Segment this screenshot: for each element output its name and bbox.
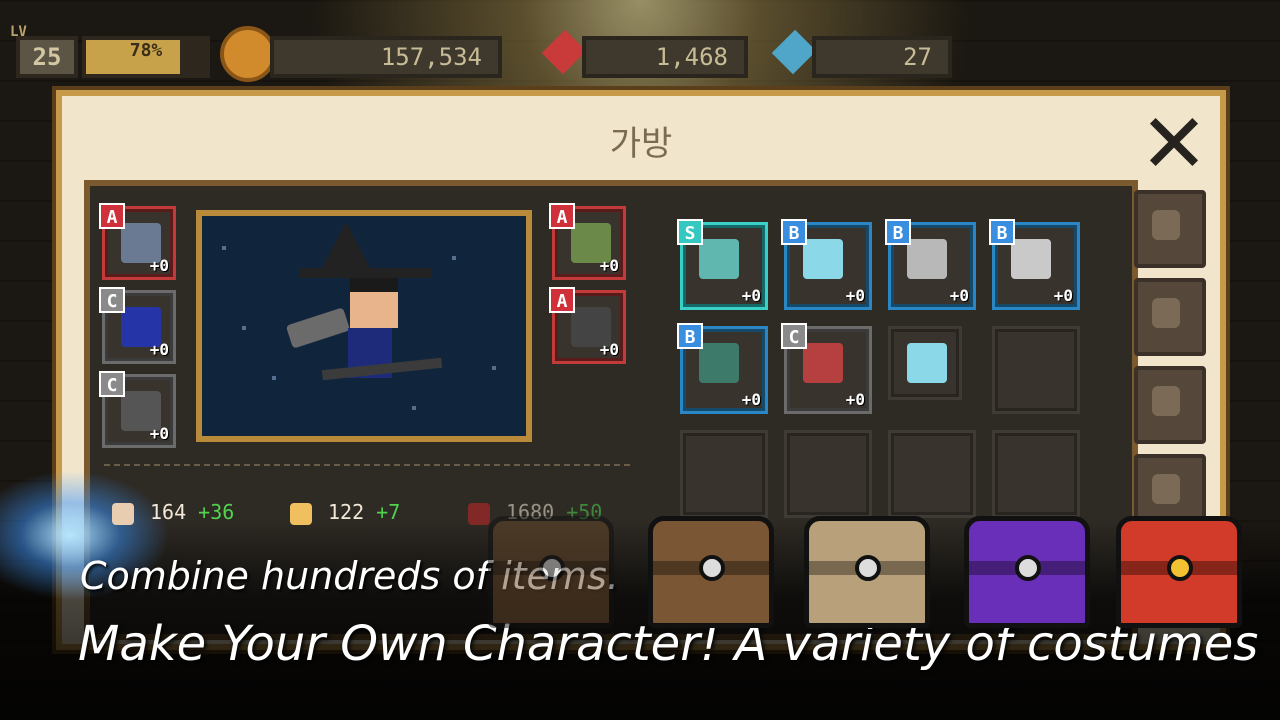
grade-badge: B xyxy=(781,219,807,245)
bloody-blade-icon xyxy=(803,343,843,383)
empty-inventory-slot[interactable] xyxy=(680,430,768,518)
inventory-slot[interactable] xyxy=(888,326,962,400)
grade-badge: B xyxy=(885,219,911,245)
diamond-amount: 27 xyxy=(812,36,952,78)
enhance-level: +0 xyxy=(1053,286,1073,305)
ruby-icon xyxy=(541,29,587,75)
enhance-level: +0 xyxy=(149,424,169,443)
inventory-slot[interactable]: S +0 xyxy=(677,219,768,310)
drill-icon xyxy=(907,343,947,383)
gold-amount: 157,534 xyxy=(270,36,502,78)
diamond-icon xyxy=(771,29,817,75)
stats-divider xyxy=(104,464,630,466)
top-hud: LV 25 78% 157,534 1,468 27 xyxy=(10,24,952,82)
grade-badge: A xyxy=(99,203,125,229)
drill-icon xyxy=(803,239,843,279)
enhance-level: +0 xyxy=(599,340,619,359)
armor-tab-icon[interactable] xyxy=(1134,278,1206,356)
iron-chest-icon xyxy=(648,516,774,628)
equipped_left-slot[interactable]: A +0 xyxy=(99,203,176,280)
grade-badge: A xyxy=(549,287,575,313)
level-value: 25 xyxy=(16,36,78,78)
diamond-icon xyxy=(290,502,312,525)
wooden-chest-icon xyxy=(488,516,614,628)
close-x-icon[interactable] xyxy=(1148,116,1200,168)
enhance-level: +0 xyxy=(599,256,619,275)
xp-bar: 78% xyxy=(82,36,210,78)
category-tabs xyxy=(1134,190,1210,542)
character-preview xyxy=(196,210,532,442)
stat-item: 164 +36 xyxy=(112,500,234,528)
grade-badge: C xyxy=(99,371,125,397)
grade-badge: B xyxy=(989,219,1015,245)
bow-icon xyxy=(699,239,739,279)
inventory-slot[interactable]: C +0 xyxy=(781,323,872,414)
grade-badge: C xyxy=(781,323,807,349)
shield-icon xyxy=(907,239,947,279)
character-face xyxy=(350,278,398,328)
ruby-amount: 1,468 xyxy=(582,36,748,78)
inventory-slot[interactable]: B +0 xyxy=(677,323,768,414)
grade-badge: B xyxy=(677,323,703,349)
grade-badge: S xyxy=(677,219,703,245)
sword-icon xyxy=(1011,239,1051,279)
stat-item: 122 +7 xyxy=(290,500,400,528)
stat-value: 164 xyxy=(150,500,199,524)
fist-icon xyxy=(112,502,134,525)
enhance-level: +0 xyxy=(845,390,865,409)
enhance-level: +0 xyxy=(149,340,169,359)
equipped_right-slot[interactable]: A +0 xyxy=(549,203,626,280)
inventory-slot[interactable]: B +0 xyxy=(781,219,872,310)
stat-value: 122 xyxy=(328,500,377,524)
inventory-slot[interactable]: B +0 xyxy=(885,219,976,310)
inventory-slot[interactable]: B +0 xyxy=(989,219,1080,310)
wing-icon xyxy=(285,307,351,349)
enhance-level: +0 xyxy=(949,286,969,305)
stat-bonus: +36 xyxy=(198,500,235,524)
grade-badge: C xyxy=(99,287,125,313)
bag-title: 가방 xyxy=(609,124,673,164)
pickaxe-icon xyxy=(699,343,739,383)
grade-badge: A xyxy=(549,203,575,229)
equipped_right-slot[interactable]: A +0 xyxy=(549,287,626,364)
golden-chest-icon xyxy=(1116,516,1242,628)
empty-inventory-slot[interactable] xyxy=(992,326,1080,414)
enhance-level: +0 xyxy=(845,286,865,305)
enhance-level: +0 xyxy=(741,390,761,409)
boot-tab-icon[interactable] xyxy=(1134,366,1206,444)
empty-inventory-slot[interactable] xyxy=(888,430,976,518)
heart-icon xyxy=(468,502,490,525)
equipped_left-slot[interactable]: C +0 xyxy=(99,371,176,448)
enhance-level: +0 xyxy=(149,256,169,275)
helmet-tab-icon[interactable] xyxy=(1134,190,1206,268)
stat-bonus: +7 xyxy=(376,500,401,524)
empty-inventory-slot[interactable] xyxy=(992,430,1080,518)
empty-inventory-slot[interactable] xyxy=(784,430,872,518)
xp-label: 78% xyxy=(129,40,163,61)
equipped_left-slot[interactable]: C +0 xyxy=(99,287,176,364)
gold-coin-icon xyxy=(220,26,276,82)
witch-hat-icon xyxy=(320,222,372,272)
purple-chest-icon xyxy=(964,516,1090,628)
enhance-level: +0 xyxy=(741,286,761,305)
bone-chest-icon xyxy=(804,516,930,628)
